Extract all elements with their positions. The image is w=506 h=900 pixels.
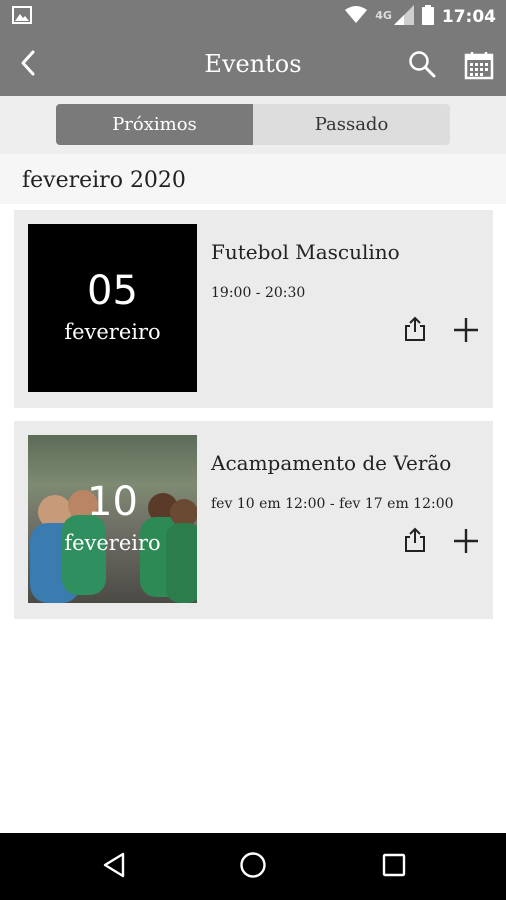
status-bar: 4G 17:04: [0, 0, 506, 34]
event-card[interactable]: 10 fevereiro Acampamento de Verão fev 10…: [14, 421, 493, 619]
event-day: 10: [87, 479, 138, 525]
network-type: 4G: [375, 9, 392, 22]
triangle-back-icon: [102, 852, 126, 882]
add-to-calendar-button[interactable]: [448, 525, 484, 561]
plus-icon: [453, 528, 479, 558]
battery-icon: [421, 5, 434, 29]
tab-passado[interactable]: Passado: [253, 104, 450, 145]
add-to-calendar-button[interactable]: [448, 314, 484, 350]
event-month: fevereiro: [64, 320, 161, 344]
image-notification-icon: [12, 6, 32, 28]
share-icon: [403, 316, 427, 346]
event-time: 19:00 - 20:30: [211, 285, 306, 301]
square-recents-icon: [382, 853, 406, 881]
calendar-icon: [464, 50, 494, 84]
nav-home-button[interactable]: [233, 847, 273, 887]
date-tile: 10 fevereiro: [28, 435, 197, 603]
tab-strip: Próximos Passado: [0, 96, 506, 154]
calendar-button[interactable]: [460, 48, 498, 86]
nav-back-button[interactable]: [94, 847, 134, 887]
wifi-icon: [345, 6, 368, 28]
segmented-control: Próximos Passado: [56, 104, 450, 145]
share-button[interactable]: [398, 525, 432, 559]
search-button[interactable]: [404, 48, 440, 84]
event-title: Futebol Masculino: [211, 240, 400, 264]
event-title: Acampamento de Verão: [211, 451, 452, 475]
share-icon: [403, 527, 427, 557]
signal-icon: [393, 5, 414, 29]
plus-icon: [453, 317, 479, 347]
tab-proximos[interactable]: Próximos: [56, 104, 253, 145]
month-label: fevereiro 2020: [22, 168, 186, 193]
app-bar: Eventos: [0, 34, 506, 96]
event-card[interactable]: 05 fevereiro Futebol Masculino 19:00 - 2…: [14, 210, 493, 408]
search-icon: [408, 50, 436, 82]
circle-home-icon: [239, 851, 267, 883]
status-time: 17:04: [441, 7, 496, 27]
event-month: fevereiro: [64, 531, 161, 555]
event-day: 05: [87, 268, 138, 314]
system-nav-bar: [0, 833, 506, 900]
date-tile: 05 fevereiro: [28, 224, 197, 392]
share-button[interactable]: [398, 314, 432, 348]
event-time: fev 10 em 12:00 - fev 17 em 12:00: [211, 496, 454, 512]
nav-recents-button[interactable]: [374, 847, 414, 887]
month-section-header: fevereiro 2020: [0, 154, 506, 204]
